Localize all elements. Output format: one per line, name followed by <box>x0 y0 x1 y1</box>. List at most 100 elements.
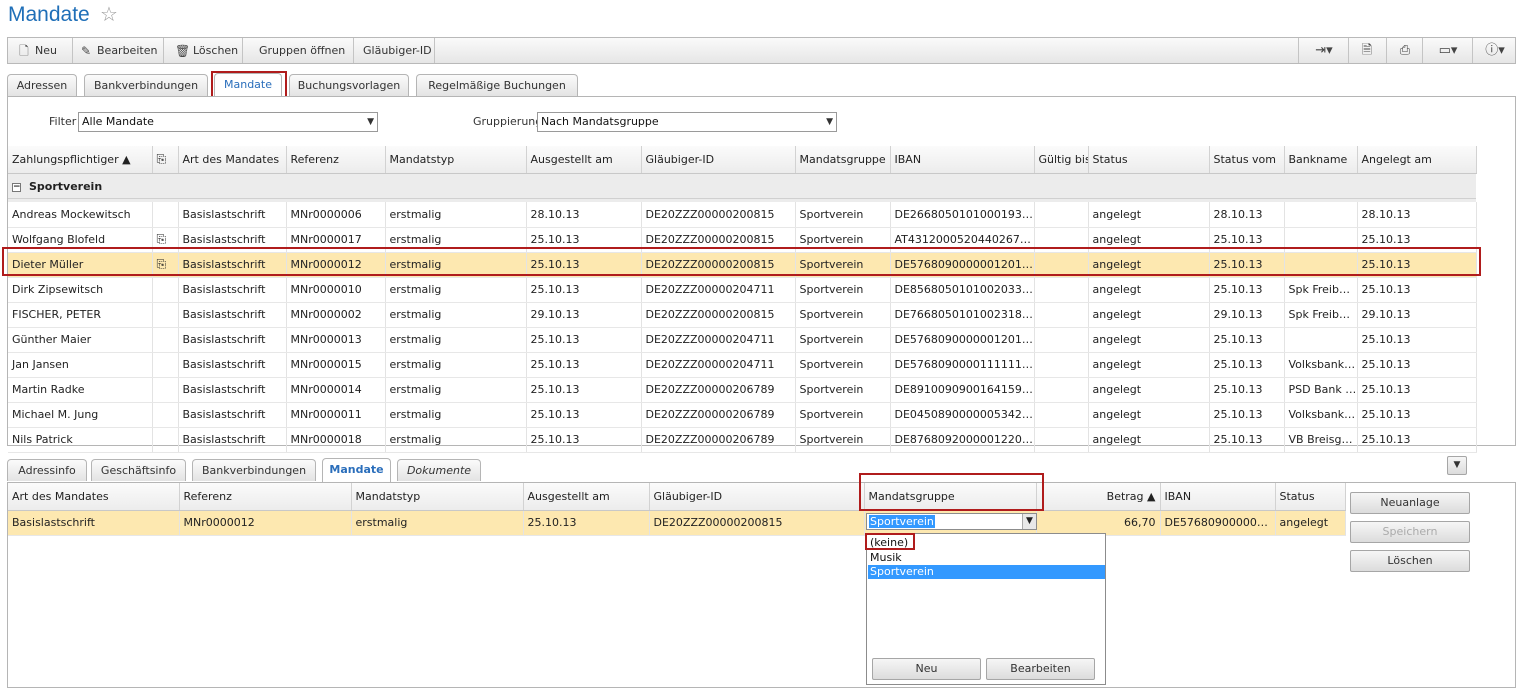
table-cell: DE76680501010023186789 <box>890 302 1035 328</box>
option-keine[interactable]: (keine) <box>868 536 1105 550</box>
tab-mandate[interactable]: Mandate <box>214 73 282 97</box>
new-button[interactable]: 🗋 Neu <box>17 38 57 63</box>
column-header[interactable]: Status vom <box>1209 146 1285 174</box>
filter-select[interactable]: Alle Mandate ▼ <box>78 112 378 132</box>
table-row[interactable]: Michael M. Jung Basislastschrift MNr000001… <box>8 402 1477 428</box>
column-header[interactable]: Zahlungspflichtiger ▲ <box>8 146 153 174</box>
table-cell: DE20ZZZ00000200815 <box>641 302 796 328</box>
table-cell: angelegt <box>1088 352 1210 378</box>
table-cell: erstmalig <box>385 427 527 453</box>
save-button[interactable]: Speichern <box>1350 521 1470 543</box>
table-row[interactable]: Jan Jansen Basislastschrift MNr0000015 erst… <box>8 352 1477 378</box>
option-sportverein[interactable]: Sportverein <box>868 565 1105 579</box>
delete-detail-button[interactable]: Löschen <box>1350 550 1470 572</box>
column-header[interactable]: IBAN <box>890 146 1035 174</box>
table-row[interactable]: Nils Patrick Basislastschrift MNr0000018 er… <box>8 427 1477 453</box>
table-cell: Jan Jansen <box>8 352 153 378</box>
report-icon[interactable]: 🗎 <box>1352 38 1382 63</box>
detail-column-header[interactable]: Status <box>1275 483 1346 511</box>
table-cell: Basislastschrift <box>178 427 287 453</box>
column-header[interactable]: ⎘ <box>152 146 179 174</box>
table-row[interactable]: Dieter Müller ⎘ Basislastschrift MNr0000012… <box>8 252 1477 278</box>
table-cell: 25.10.13 <box>1357 427 1477 453</box>
detail-column-header[interactable]: Gläubiger-ID <box>649 483 865 511</box>
attachment-add-icon[interactable]: ⎘ <box>157 257 167 271</box>
table-cell: DE20ZZZ00000204711 <box>641 352 796 378</box>
table-row[interactable]: Wolfgang Blofeld ⎘ Basislastschrift MNr0000… <box>8 227 1477 253</box>
tab-adressen[interactable]: Adressen <box>7 74 77 96</box>
column-header[interactable]: Mandatstyp <box>385 146 527 174</box>
tab-bankverbindungen[interactable]: Bankverbindungen <box>84 74 208 96</box>
option-musik[interactable]: Musik <box>868 551 1105 565</box>
table-row[interactable]: FISCHER, PETER Basislastschrift MNr0000002… <box>8 302 1477 328</box>
delete-label: Löschen <box>193 44 239 57</box>
detail-column-header[interactable]: Ausgestellt am <box>523 483 650 511</box>
table-row[interactable]: Günther Maier Basislastschrift MNr0000013 e… <box>8 327 1477 353</box>
info-menu-icon[interactable]: ⓘ▾ <box>1476 38 1514 63</box>
dropdown-arrow-icon[interactable]: ▼ <box>1022 514 1036 529</box>
table-cell: Basislastschrift <box>178 252 287 278</box>
detail-column-header[interactable]: Mandatsgruppe <box>864 483 1037 511</box>
detail-row[interactable]: Basislastschrift MNr0000012 erstmalig 25.10… <box>8 510 1346 536</box>
tab-adressinfo[interactable]: Adressinfo <box>7 459 87 481</box>
table-cell: 25.10.13 <box>1357 327 1477 353</box>
collapse-icon[interactable]: − <box>12 182 21 192</box>
detail-column-header[interactable]: Betrag ▲ <box>1036 483 1161 511</box>
detail-column-header[interactable]: Mandatstyp <box>351 483 524 511</box>
tab-regelmaessige-buchungen[interactable]: Regelmäßige Buchungen <box>416 74 578 96</box>
column-header[interactable]: Art des Mandates <box>178 146 287 174</box>
table-cell: Sportverein <box>795 302 891 328</box>
grouping-select[interactable]: Nach Mandatsgruppe ▼ <box>537 112 837 132</box>
display-menu-icon[interactable]: ▭▾ <box>1426 38 1470 63</box>
table-cell: FISCHER, PETER <box>8 302 153 328</box>
table-cell: Basislastschrift <box>178 227 287 253</box>
table-cell: Sportverein <box>795 252 891 278</box>
tab-buchungsvorlagen[interactable]: Buchungsvorlagen <box>289 74 409 96</box>
detail-column-header[interactable]: Referenz <box>179 483 352 511</box>
tab-mandate-detail[interactable]: Mandate <box>322 458 391 482</box>
print-icon[interactable]: ⎙ <box>1390 38 1420 63</box>
table-cell: 25.10.13 <box>1209 327 1285 353</box>
detail-column-header[interactable]: IBAN <box>1160 483 1276 511</box>
table-cell: Basislastschrift <box>178 327 287 353</box>
column-header[interactable]: Status <box>1088 146 1210 174</box>
export-menu-icon[interactable]: ⇥▾ <box>1304 38 1344 63</box>
table-cell: DE26680501010001932593 <box>890 202 1035 228</box>
group-header-sportverein[interactable]: − Sportverein <box>8 175 1476 199</box>
attachment-add-icon[interactable]: ⎘ <box>157 232 167 246</box>
favorite-star-icon[interactable]: ☆ <box>100 2 118 26</box>
column-header[interactable]: Gläubiger-ID <box>641 146 796 174</box>
delete-button[interactable]: 🗑 Löschen <box>175 38 238 63</box>
table-cell: MNr0000013 <box>286 327 386 353</box>
detail-cell: 25.10.13 <box>523 510 650 536</box>
open-groups-button[interactable]: Gruppen öffnen <box>259 38 345 63</box>
tab-dokumente[interactable]: Dokumente <box>397 459 481 481</box>
detail-column-header[interactable]: Art des Mandates <box>8 483 180 511</box>
table-row[interactable]: Dirk Zipsewitsch Basislastschrift MNr00000… <box>8 277 1477 303</box>
collapse-panel-button[interactable]: ▼ <box>1447 456 1467 475</box>
neuanlage-button[interactable]: Neuanlage <box>1350 492 1470 514</box>
table-cell: DE04508900000053426789 <box>890 402 1035 428</box>
table-row[interactable]: Andreas Mockewitsch Basislastschrift MNr00… <box>8 202 1477 228</box>
tab-geschaeftsinfo[interactable]: Geschäftsinfo <box>91 459 186 481</box>
table-cell: Basislastschrift <box>178 277 287 303</box>
creditor-id-button[interactable]: Gläubiger-ID <box>363 38 432 63</box>
table-cell: MNr0000011 <box>286 402 386 428</box>
column-header[interactable]: Bankname <box>1284 146 1358 174</box>
column-header[interactable]: Mandatsgruppe <box>795 146 891 174</box>
edit-button[interactable]: ✎ Bearbeiten <box>79 38 157 63</box>
dropdown-edit-button[interactable]: Bearbeiten <box>986 658 1095 680</box>
edit-icon: ✎ <box>80 44 92 58</box>
mandatsgruppe-combobox[interactable]: Sportverein ▼ <box>866 513 1037 530</box>
column-header[interactable]: Ausgestellt am <box>526 146 642 174</box>
dropdown-new-button[interactable]: Neu <box>872 658 981 680</box>
column-header[interactable]: Gültig bis <box>1034 146 1089 174</box>
column-header[interactable]: Angelegt am <box>1357 146 1477 174</box>
table-cell: DE57680900001111111111 <box>890 352 1035 378</box>
table-cell: Basislastschrift <box>178 302 287 328</box>
new-document-icon: 🗋 <box>19 44 29 58</box>
tab-bankverbindungen-detail[interactable]: Bankverbindungen <box>192 459 316 481</box>
table-row[interactable]: Martin Radke Basislastschrift MNr0000014 er… <box>8 377 1477 403</box>
column-header[interactable]: Referenz <box>286 146 386 174</box>
table-cell: angelegt <box>1088 202 1210 228</box>
